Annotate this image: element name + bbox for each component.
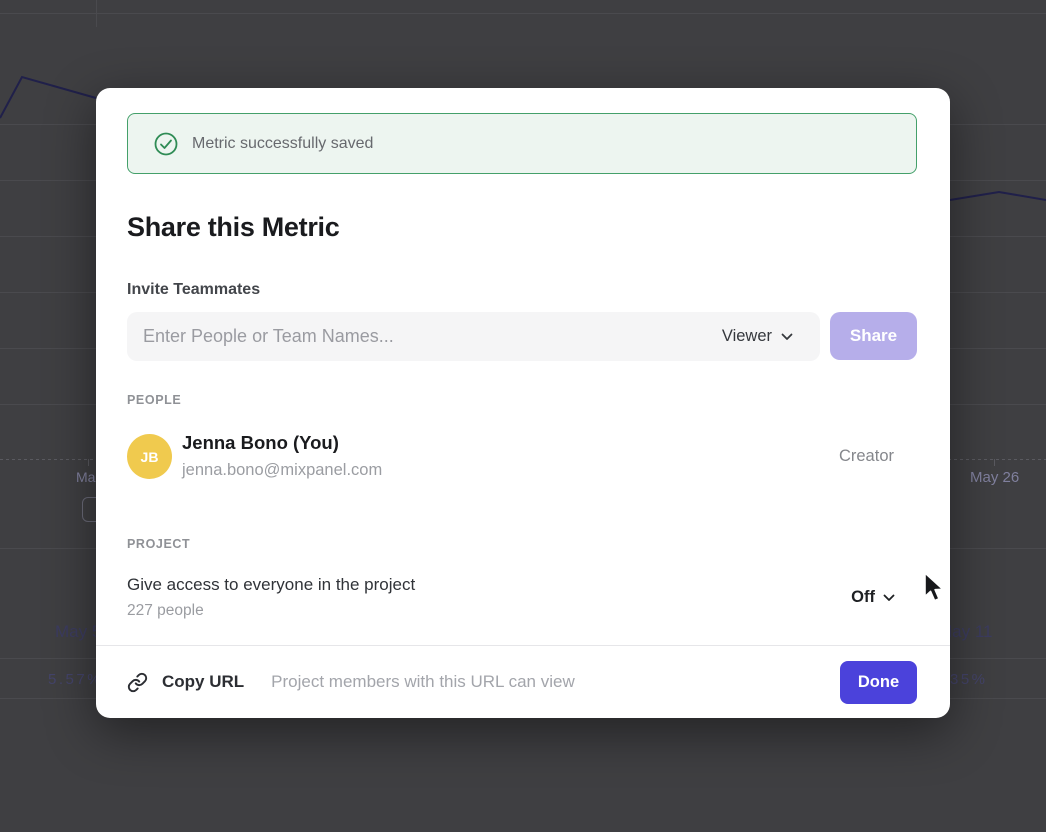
link-icon (127, 672, 148, 693)
copy-url-button[interactable]: Copy URL (127, 672, 244, 693)
table-value-right: 35% (950, 671, 988, 688)
avatar: JB (127, 434, 172, 479)
share-metric-modal: Metric successfully saved Share this Met… (96, 88, 950, 718)
table-header-left: May 5 (55, 622, 101, 642)
project-access-dropdown-value: Off (851, 588, 875, 607)
people-section-heading: PEOPLE (127, 393, 181, 407)
modal-title: Share this Metric (127, 212, 339, 243)
invite-teammates-label: Invite Teammates (127, 281, 260, 299)
chevron-down-icon (781, 333, 793, 341)
x-tick-label-left: Ma (76, 469, 97, 485)
table-value-left: 5.57% (48, 671, 103, 688)
project-access-dropdown[interactable]: Off (851, 588, 895, 607)
member-email: jenna.bono@mixpanel.com (182, 461, 382, 480)
share-button[interactable]: Share (830, 312, 917, 360)
done-button[interactable]: Done (840, 661, 917, 704)
project-access-title: Give access to everyone in the project (127, 575, 415, 595)
modal-footer: Copy URL Project members with this URL c… (96, 645, 950, 718)
success-banner-message: Metric successfully saved (192, 135, 373, 153)
url-permission-hint: Project members with this URL can view (271, 672, 575, 692)
success-banner: Metric successfully saved (127, 113, 917, 174)
chevron-down-icon (883, 594, 895, 602)
invite-people-input[interactable] (141, 325, 722, 348)
role-dropdown[interactable]: Viewer (722, 327, 793, 346)
project-access-subtitle: 227 people (127, 602, 204, 620)
role-dropdown-value: Viewer (722, 327, 772, 346)
screen: Ma May 26 1 May 5 May 11 5.57% 35% Metri… (0, 0, 1046, 832)
member-name: Jenna Bono (You) (182, 432, 339, 454)
invite-input-container: Viewer (127, 312, 820, 361)
x-tick-label-right: May 26 (970, 469, 1019, 486)
member-role-label: Creator (839, 447, 894, 466)
avatar-initials: JB (141, 449, 159, 465)
project-section-heading: PROJECT (127, 537, 190, 551)
check-circle-icon (153, 131, 179, 157)
copy-url-label: Copy URL (162, 672, 244, 692)
